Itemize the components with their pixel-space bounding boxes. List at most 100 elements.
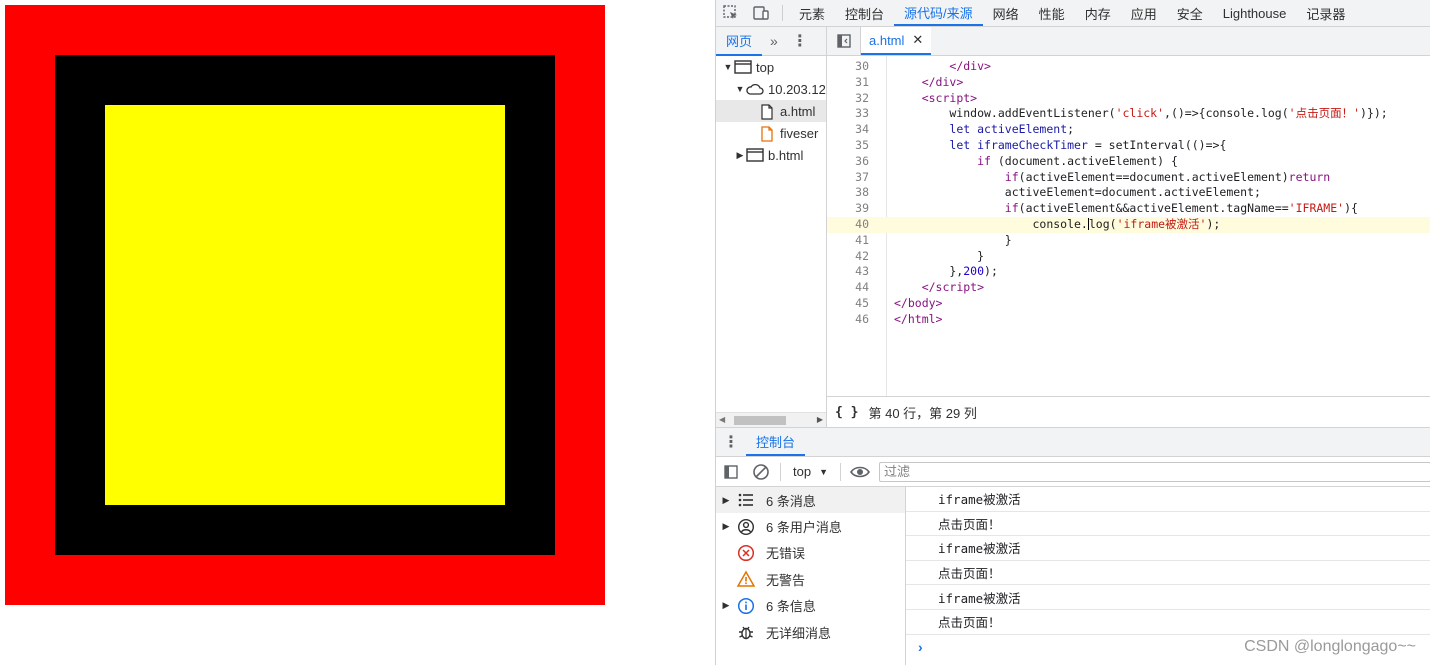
tree-item[interactable]: fiveser bbox=[716, 122, 826, 144]
collapsed-arrow-icon[interactable]: ▶ bbox=[734, 150, 746, 161]
console-message[interactable]: iframe被激活 bbox=[906, 536, 1430, 561]
code-line[interactable]: 30 </div> bbox=[827, 59, 1430, 75]
code-line[interactable]: 37 if(activeElement==document.activeElem… bbox=[827, 170, 1430, 186]
device-toolbar-icon[interactable] bbox=[746, 0, 776, 26]
line-number[interactable]: 35 bbox=[827, 138, 869, 154]
console-message[interactable]: iframe被激活 bbox=[906, 585, 1430, 610]
line-number[interactable]: 42 bbox=[827, 249, 869, 265]
line-number[interactable]: 46 bbox=[827, 312, 869, 328]
tab-a-html[interactable]: a.html ✕ bbox=[861, 27, 932, 55]
more-tabs-icon[interactable]: » bbox=[762, 33, 786, 49]
tab-4[interactable]: 性能 bbox=[1029, 0, 1075, 26]
page-viewport[interactable] bbox=[0, 0, 715, 665]
line-number[interactable]: 40 bbox=[827, 217, 869, 233]
tab-7[interactable]: 安全 bbox=[1167, 0, 1213, 26]
sidebar-item-list[interactable]: ▶ 6 条消息 bbox=[716, 487, 905, 514]
code-line[interactable]: 34 let activeElement; bbox=[827, 122, 1430, 138]
tab-1[interactable]: 控制台 bbox=[835, 0, 894, 26]
dropdown-arrow-icon: ▼ bbox=[819, 466, 828, 477]
toggle-navigator-icon[interactable] bbox=[827, 27, 861, 55]
line-number[interactable]: 44 bbox=[827, 280, 869, 296]
code-line[interactable]: 45 </body> bbox=[827, 296, 1430, 312]
line-number[interactable]: 34 bbox=[827, 122, 869, 138]
code-line[interactable]: 31 </div> bbox=[827, 75, 1430, 91]
filter-input[interactable] bbox=[879, 461, 1430, 482]
scroll-right-icon[interactable]: ▶ bbox=[817, 415, 823, 424]
console-prompt[interactable]: › bbox=[918, 639, 923, 655]
tab-3[interactable]: 网络 bbox=[983, 0, 1029, 26]
tab-2[interactable]: 源代码/来源 bbox=[894, 0, 983, 26]
tab-9[interactable]: 记录器 bbox=[1296, 0, 1355, 26]
code-line[interactable]: 44 </script> bbox=[827, 280, 1430, 296]
tree-item[interactable]: a.html bbox=[716, 100, 826, 122]
console-message[interactable]: iframe被激活 bbox=[906, 487, 1430, 512]
code-view[interactable]: 30 </div> 31 </div> 32 <script> 33 window.a… bbox=[827, 56, 1430, 396]
clear-console-icon[interactable] bbox=[746, 457, 776, 487]
expanded-arrow-icon[interactable]: ▼ bbox=[722, 62, 734, 72]
code-line[interactable]: 41 } bbox=[827, 233, 1430, 249]
line-number[interactable]: 33 bbox=[827, 106, 869, 122]
line-number[interactable]: 37 bbox=[827, 170, 869, 186]
drawer-menu-icon[interactable]: ⋮ bbox=[716, 428, 746, 456]
tab-5[interactable]: 内存 bbox=[1075, 0, 1121, 26]
pretty-print-icon[interactable]: { } bbox=[835, 405, 858, 420]
sidebar-item-label: 6 条信息 bbox=[766, 599, 816, 615]
expanded-arrow-icon[interactable]: ▼ bbox=[734, 84, 746, 94]
line-number[interactable]: 43 bbox=[827, 264, 869, 280]
red-outer-box[interactable] bbox=[5, 5, 605, 605]
collapsed-arrow-icon[interactable]: ▶ bbox=[716, 495, 736, 506]
line-number[interactable]: 39 bbox=[827, 201, 869, 217]
kebab-menu-icon[interactable]: ⋮ bbox=[786, 31, 814, 51]
line-number[interactable]: 45 bbox=[827, 296, 869, 312]
close-icon[interactable]: ✕ bbox=[912, 32, 923, 48]
line-number[interactable]: 31 bbox=[827, 75, 869, 91]
console-toolbar: top ▼ bbox=[716, 457, 1430, 487]
tree-item[interactable]: ▶ b.html bbox=[716, 144, 826, 166]
code-line[interactable]: 32 <script> bbox=[827, 91, 1430, 107]
code-line[interactable]: 39 if(activeElement&&activeElement.tagNa… bbox=[827, 201, 1430, 217]
black-middle-box[interactable] bbox=[55, 55, 555, 555]
code-line[interactable]: 46 </html> bbox=[827, 312, 1430, 328]
inspect-element-icon[interactable] bbox=[716, 0, 746, 26]
code-line[interactable]: 42 } bbox=[827, 249, 1430, 265]
sidebar-item-user[interactable]: ▶ 6 条用户消息 bbox=[716, 513, 905, 539]
file-tree: ▼ top ▼ 10.203.12 a.html fiveser ▶ b.html bbox=[716, 56, 826, 166]
yellow-inner-box[interactable] bbox=[105, 105, 505, 505]
console-message[interactable]: 点击页面！ bbox=[906, 610, 1430, 635]
toggle-sidebar-icon[interactable] bbox=[716, 457, 746, 487]
code-line[interactable]: 35 let iframeCheckTimer = setInterval(()… bbox=[827, 138, 1430, 154]
console-message[interactable]: 点击页面！ bbox=[906, 561, 1430, 586]
cursor-position: 第 40 行，第 29 列 bbox=[868, 405, 977, 421]
collapsed-arrow-icon[interactable]: ▶ bbox=[716, 521, 736, 532]
line-number[interactable]: 30 bbox=[827, 59, 869, 75]
collapsed-arrow-icon[interactable]: ▶ bbox=[716, 600, 736, 611]
scrollbar-thumb[interactable] bbox=[734, 416, 786, 425]
tree-item[interactable]: ▼ top bbox=[716, 56, 826, 78]
code-line[interactable]: 43 },200); bbox=[827, 264, 1430, 280]
line-number[interactable]: 36 bbox=[827, 154, 869, 170]
code-line[interactable]: 38 activeElement=document.activeElement; bbox=[827, 185, 1430, 201]
tab-6[interactable]: 应用 bbox=[1121, 0, 1167, 26]
scroll-left-icon[interactable]: ◀ bbox=[719, 415, 725, 424]
file-orange-icon bbox=[758, 126, 776, 142]
tab-0[interactable]: 元素 bbox=[789, 0, 835, 26]
eye-icon[interactable] bbox=[845, 457, 875, 487]
code-line[interactable]: 40 console.log('iframe被激活'); bbox=[827, 217, 1430, 233]
tree-item[interactable]: ▼ 10.203.12 bbox=[716, 78, 826, 100]
console-message[interactable]: 点击页面！ bbox=[906, 512, 1430, 537]
line-number[interactable]: 32 bbox=[827, 91, 869, 107]
context-selector[interactable]: top ▼ bbox=[785, 464, 836, 479]
code-line[interactable]: 36 if (document.activeElement) { bbox=[827, 154, 1430, 170]
tab-page[interactable]: 网页 bbox=[716, 27, 763, 56]
sidebar-item-error[interactable]: 无错误 bbox=[716, 540, 905, 566]
tab-8[interactable]: Lighthouse bbox=[1213, 0, 1297, 26]
tab-console[interactable]: 控制台 bbox=[746, 428, 806, 456]
console-sidebar: ▶ 6 条消息 ▶ 6 条用户消息 无错误 无警告 ▶ 6 条信息无详细消息 bbox=[716, 487, 906, 665]
horizontal-scrollbar[interactable]: ◀ ▶ bbox=[716, 412, 826, 427]
sidebar-item-bug[interactable]: 无详细消息 bbox=[716, 619, 905, 645]
sidebar-item-warning[interactable]: 无警告 bbox=[716, 566, 905, 592]
line-number[interactable]: 38 bbox=[827, 185, 869, 201]
code-line[interactable]: 33 window.addEventListener('click',()=>{… bbox=[827, 106, 1430, 122]
sidebar-item-info[interactable]: ▶ 6 条信息 bbox=[716, 593, 905, 619]
line-number[interactable]: 41 bbox=[827, 233, 869, 249]
